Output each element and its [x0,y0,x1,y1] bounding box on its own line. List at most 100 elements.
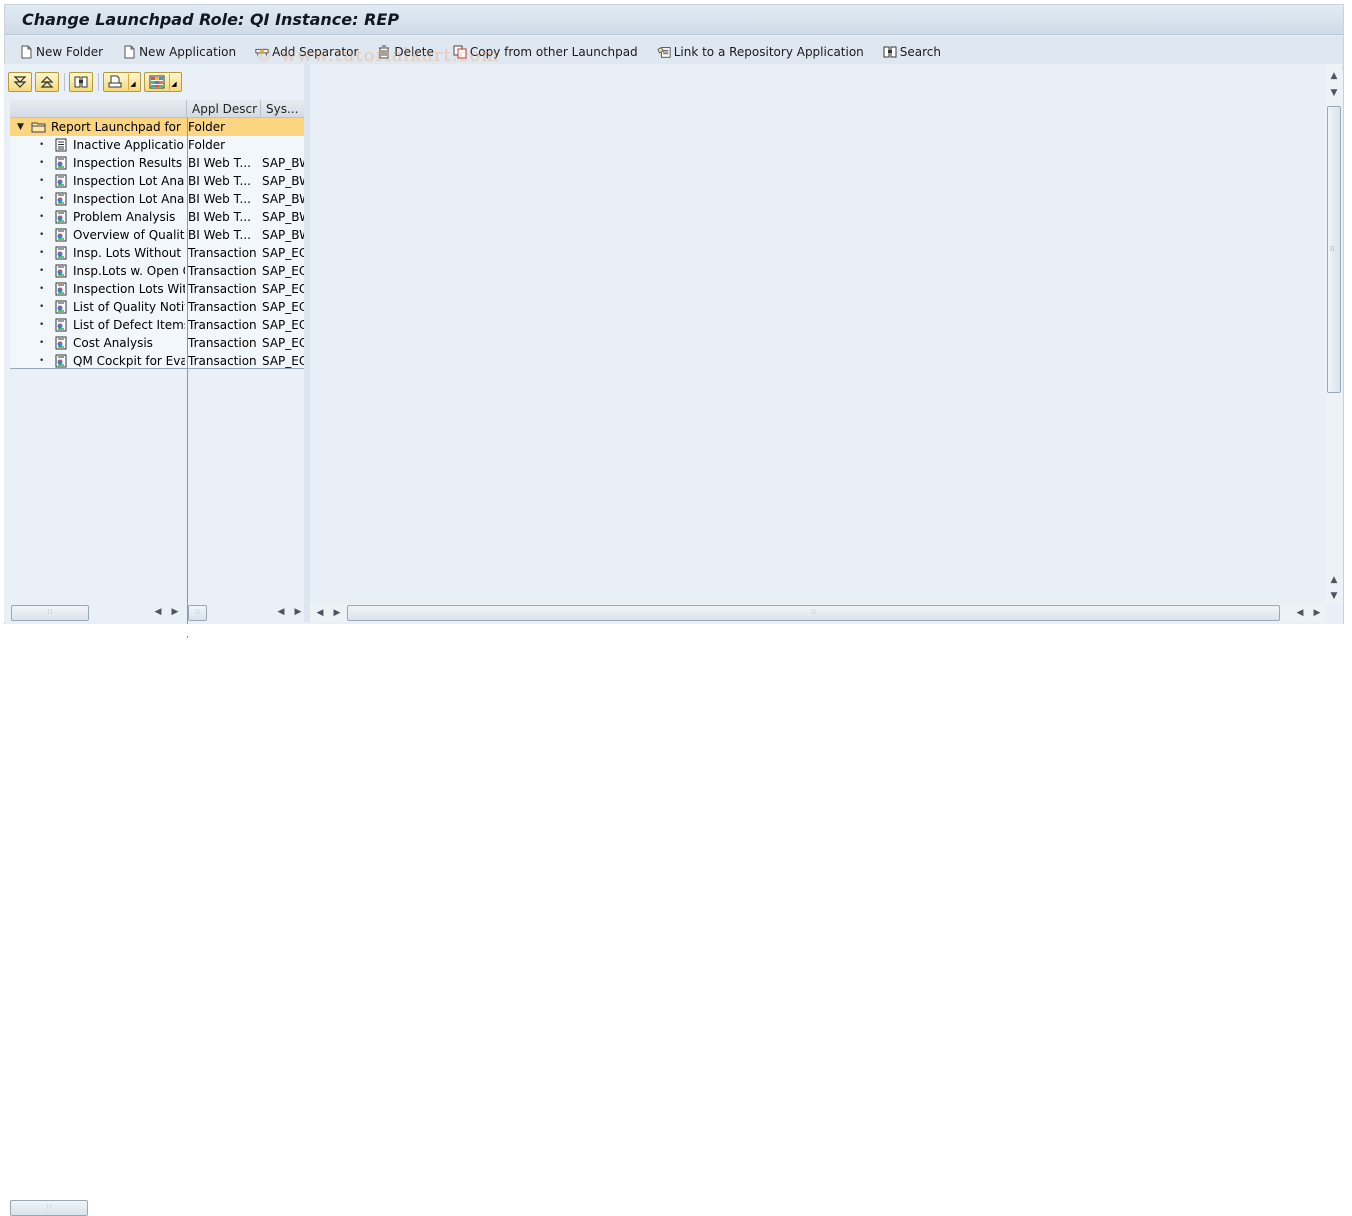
new-document-icon [124,45,135,58]
copy-from-launchpad-button[interactable]: Copy from other Launchpad [453,41,638,63]
tree-row-type: BI Web T... [188,174,251,188]
tree-hscrollbar-1[interactable]: ∷ [10,664,180,1216]
scroll-left-arrow[interactable]: ◀ [1292,605,1308,621]
report-icon [55,210,67,224]
tree-row[interactable]: • Inspection Results O BI Web T... SAP_BW [10,154,308,172]
tree-row-system: SAP_ECC [262,318,308,332]
tree-row-type: BI Web T... [188,228,251,242]
scroll-up-arrow[interactable]: ▲ [1326,68,1342,84]
tree-toolbar: ◢ ◢ [8,71,185,93]
status-bar [0,624,1352,636]
scroll-down-arrow[interactable]: ▼ [1326,588,1342,604]
tree-row[interactable]: • Insp. Lots Without IiTransaction SAP_ECC [10,244,308,262]
tree-row-label: Inspection Lots With [73,282,185,296]
tree-row-type: Transaction [188,246,257,260]
vscroll-thumb[interactable]: ⁞⁞ [1327,106,1341,393]
scroll-left-arrow[interactable]: ◀ [150,604,166,620]
detail-vscrollbar[interactable]: ▲ ▼ ⁞⁞ ▲ ▼ [1325,64,1342,604]
tree-row-type: BI Web T... [188,210,251,224]
tree-row-label: Inspection Lot Analy: [73,174,185,188]
detail-hscrollbar[interactable]: ◀ ▶ ∷ ◀ ▶ [310,604,1326,622]
tree-row-label: List of Quality Notific [73,300,185,314]
tree-row-system: SAP_BW [262,174,308,188]
tree-row[interactable]: • List of Quality NotificTransaction SAP_E… [10,298,308,316]
tree-leaf-bullet: • [39,248,45,258]
tree-row-system: SAP_ECC [262,300,308,314]
column-header-system[interactable]: Sys... [261,100,308,118]
tree-hscroll-thumb-2[interactable]: ∷ [188,605,207,621]
add-separator-button[interactable]: Add Separator [255,41,358,63]
separator-icon [255,48,269,55]
column-header-appl-descr[interactable]: Appl Descr [187,100,261,118]
toolbar-separator [64,73,65,91]
tree-leaf-bullet: • [39,176,45,186]
copy-icon [453,45,467,58]
tree-leaf-bullet: • [39,158,45,168]
list-folder-icon [55,138,67,152]
tree-row-label: Insp. Lots Without Ii [73,246,185,260]
delete-button[interactable]: Delete [377,41,434,63]
search-button[interactable]: Search [883,41,941,63]
scroll-thumb[interactable]: ∷ [10,1200,88,1216]
report-icon [55,300,67,314]
scroll-left-arrow[interactable]: ◀ [312,605,328,621]
tree-row[interactable]: • Problem Analysis BI Web T... SAP_BW [10,208,308,226]
report-icon [55,156,67,170]
tree-row-system: SAP_BW [262,156,308,170]
find-button[interactable] [69,72,93,92]
scroll-right-arrow[interactable]: ▶ [329,605,345,621]
tree-row[interactable]: • Insp.Lots w. Open QTransaction SAP_ECC [10,262,308,280]
expand-toggle-icon[interactable]: ▼ [17,118,24,136]
tree-root-row[interactable]: ▼ Report Launchpad for Q Folder [10,118,308,136]
tree-row-label: Overview of Quality I [73,228,185,242]
title-bar: Change Launchpad Role: QI Instance: REP [5,5,1343,35]
tree-leaf-bullet: • [39,320,45,330]
copy-from-launchpad-label: Copy from other Launchpad [469,44,638,59]
report-icon [55,192,67,206]
tree-row[interactable]: • Inspection Lot Analy:BI Web T... SAP_BW [10,190,308,208]
tree-row[interactable]: • List of Defect ItemsTransaction SAP_ECC [10,316,308,334]
hscroll-thumb[interactable]: ∷ [347,605,1280,621]
add-separator-label: Add Separator [272,44,359,59]
layout-dropdown-arrow[interactable]: ◢ [169,74,178,90]
tree-row[interactable]: • Cost Analysis Transaction SAP_ECC [10,334,308,352]
scroll-left-arrow[interactable]: ◀ [273,604,289,620]
scroll-right-arrow[interactable]: ▶ [167,604,183,620]
tree-row-system: SAP_BW [262,210,308,224]
column-divider [187,118,188,638]
tree-pane: ◢ ◢ Appl Descr Sys... ▼ Report Launchpad… [4,64,308,1216]
tree-row-label: List of Defect Items [73,318,185,332]
tree-row-type: BI Web T... [188,192,251,206]
print-icon [108,75,122,88]
report-icon [55,336,67,350]
link-repository-application-button[interactable]: Link to a Repository Application [656,41,864,63]
scroll-up-arrow[interactable]: ▲ [1326,572,1342,588]
report-icon [55,354,67,368]
tree-row-label: Insp.Lots w. Open Q [73,264,185,278]
column-header-name[interactable] [10,100,187,118]
new-folder-button[interactable]: New Folder [19,41,103,63]
expand-all-button[interactable] [8,72,32,92]
report-icon [55,282,67,296]
link-repository-application-label: Link to a Repository Application [673,44,864,59]
scroll-right-arrow[interactable]: ▶ [1309,605,1325,621]
report-icon [55,174,67,188]
tree-row[interactable]: • Inspection Lot Analy:BI Web T... SAP_BW [10,172,308,190]
detail-pane [310,64,1326,604]
collapse-all-button[interactable] [35,72,59,92]
tree-row[interactable]: • Inspection Lots WithTransaction SAP_ECC [10,280,308,298]
tree-row[interactable]: • Overview of Quality IBI Web T... SAP_BW [10,226,308,244]
tree-row-type: Transaction [188,318,257,332]
new-application-button[interactable]: New Application [122,41,236,63]
scroll-down-arrow[interactable]: ▼ [1326,85,1342,101]
new-folder-label: New Folder [36,44,104,59]
layout-button[interactable]: ◢ [144,72,182,92]
page-title: Change Launchpad Role: QI Instance: REP [22,10,400,29]
tree-row[interactable]: • Inactive ApplicationsFolder [10,136,308,154]
report-icon [55,246,67,260]
tree-hscroll-thumb-1[interactable]: ∷ [11,605,89,621]
report-icon [55,318,67,332]
print-button[interactable]: ◢ [103,72,141,92]
print-dropdown-arrow[interactable]: ◢ [128,74,137,90]
tree-root-system [261,118,308,136]
